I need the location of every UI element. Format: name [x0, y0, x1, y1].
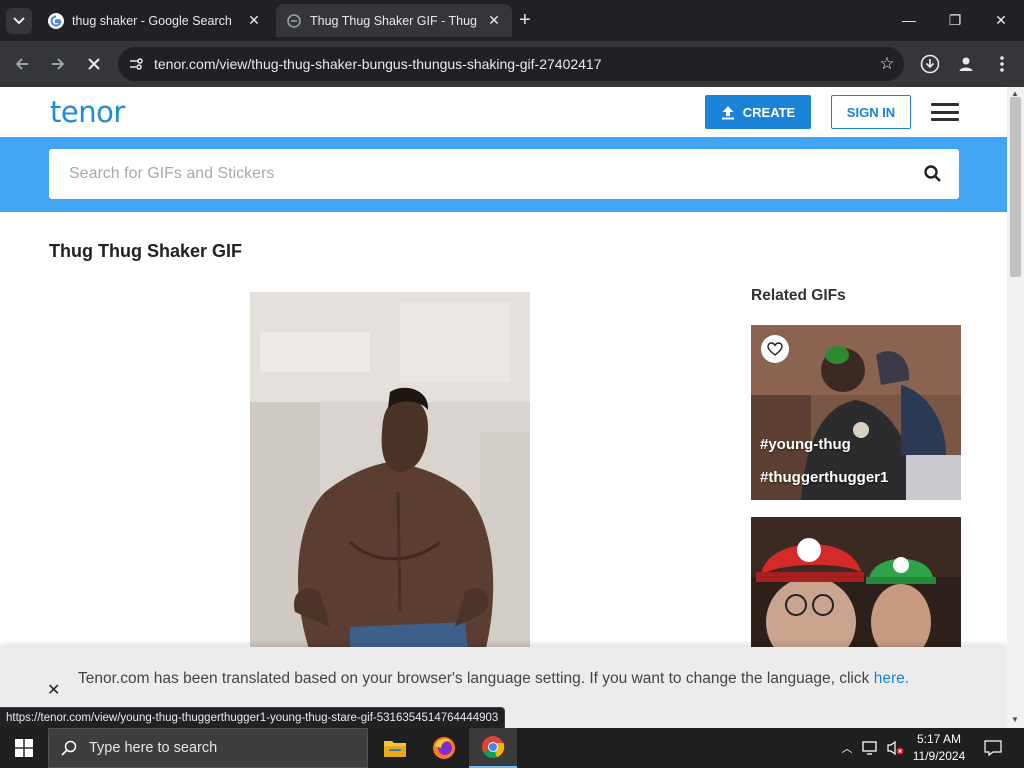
- windows-logo-icon: [15, 739, 33, 757]
- related-gif-card[interactable]: #young-thug #thuggerthugger1: [751, 325, 961, 500]
- page-scrollbar[interactable]: ▲ ▼: [1007, 87, 1024, 728]
- clock-time: 5:17 AM: [916, 732, 962, 746]
- profile-icon[interactable]: [954, 52, 978, 76]
- chevron-down-icon: [13, 17, 25, 25]
- arrow-right-icon: [52, 58, 65, 70]
- taskbar-search-placeholder: Type here to search: [89, 740, 218, 756]
- address-bar[interactable]: tenor.com/view/thug-thug-shaker-bungus-t…: [118, 47, 904, 81]
- search-icon[interactable]: [923, 164, 943, 184]
- browser-toolbar: tenor.com/view/thug-thug-shaker-bungus-t…: [0, 41, 1024, 87]
- search-icon: [61, 740, 77, 756]
- clock-date: 11/9/2024: [912, 749, 966, 763]
- search-box: [49, 149, 959, 199]
- tab-title: Thug Thug Shaker GIF - Thug Thug: [310, 13, 478, 28]
- gif-title: Thug Thug Shaker GIF: [49, 241, 242, 261]
- system-clock[interactable]: 5:17 AM 11/9/2024: [906, 731, 972, 765]
- notifications-icon[interactable]: [978, 728, 1008, 768]
- web-page: tenor CREATE SIGN IN Thug Thug Shaker GI…: [0, 87, 1007, 728]
- hamburger-menu-icon[interactable]: [931, 103, 959, 121]
- translation-message: Tenor.com has been translated based on y…: [78, 667, 978, 690]
- sign-in-button[interactable]: SIGN IN: [831, 95, 911, 129]
- network-icon[interactable]: [860, 728, 882, 768]
- tab-title: thug shaker - Google Search: [72, 13, 232, 28]
- windows-taskbar: Type here to search ︿ 5:17 AM 11/9/2024: [0, 728, 1024, 768]
- tab-search-button[interactable]: [6, 8, 32, 34]
- search-band: [0, 137, 1007, 212]
- change-language-link[interactable]: here.: [874, 670, 909, 687]
- volume-muted-icon[interactable]: [884, 728, 906, 768]
- chrome-app[interactable]: [469, 728, 517, 768]
- tab-google-search[interactable]: thug shaker - Google Search ✕: [38, 4, 272, 37]
- close-icon: [88, 58, 100, 70]
- bookmark-star-icon[interactable]: ☆: [870, 54, 904, 74]
- gif-content: [250, 292, 530, 652]
- file-explorer-app[interactable]: [371, 728, 419, 768]
- upload-icon: [721, 105, 734, 119]
- show-hidden-icons-chevron-icon[interactable]: ︿: [838, 728, 856, 768]
- new-tab-button[interactable]: +: [519, 9, 531, 31]
- start-button[interactable]: [0, 728, 48, 768]
- tenor-logo[interactable]: tenor: [50, 95, 125, 129]
- related-gif-thumbnail: [751, 517, 961, 657]
- related-gifs-title: Related GIFs: [751, 287, 846, 304]
- scrollbar-thumb[interactable]: [1010, 97, 1021, 277]
- firefox-app[interactable]: [420, 728, 468, 768]
- gif-tag[interactable]: #thuggerthugger1: [760, 469, 888, 486]
- close-tab-icon[interactable]: ✕: [486, 12, 502, 29]
- related-gif-card[interactable]: [751, 517, 961, 657]
- download-icon[interactable]: [918, 52, 942, 76]
- search-input[interactable]: [49, 149, 909, 199]
- arrow-left-icon: [15, 58, 28, 70]
- scroll-down-arrow-icon[interactable]: ▼: [1011, 715, 1019, 724]
- close-tab-icon[interactable]: ✕: [246, 12, 262, 29]
- loading-favicon-icon: [287, 13, 301, 28]
- forward-button[interactable]: [46, 52, 70, 76]
- minimize-button[interactable]: —: [889, 8, 929, 32]
- stop-loading-button[interactable]: [82, 52, 106, 76]
- folder-icon: [384, 741, 406, 757]
- chrome-icon: [482, 736, 505, 759]
- browser-tab-bar: thug shaker - Google Search ✕ Thug Thug …: [0, 0, 1024, 41]
- google-icon: [48, 12, 64, 29]
- create-button[interactable]: CREATE: [705, 95, 811, 129]
- restore-button[interactable]: ❐: [935, 8, 975, 32]
- close-banner-button[interactable]: ✕: [47, 680, 60, 700]
- back-button[interactable]: [10, 52, 34, 76]
- heart-icon: [767, 342, 783, 356]
- status-bar-url: https://tenor.com/view/young-thug-thugge…: [0, 707, 506, 728]
- window-close-button[interactable]: ✕: [981, 8, 1021, 32]
- firefox-icon: [433, 737, 455, 759]
- url-text: tenor.com/view/thug-thug-shaker-bungus-t…: [154, 56, 602, 72]
- favorite-heart-button[interactable]: [761, 335, 789, 363]
- gif-image[interactable]: [250, 292, 530, 652]
- menu-kebab-icon[interactable]: [990, 52, 1014, 76]
- translation-message-text: Tenor.com has been translated based on y…: [78, 670, 870, 687]
- gif-tag[interactable]: #young-thug: [760, 436, 851, 453]
- site-settings-icon[interactable]: [118, 56, 154, 72]
- tab-tenor[interactable]: Thug Thug Shaker GIF - Thug Thug ✕: [276, 4, 512, 37]
- create-label: CREATE: [742, 104, 796, 120]
- taskbar-search-box[interactable]: Type here to search: [48, 728, 368, 768]
